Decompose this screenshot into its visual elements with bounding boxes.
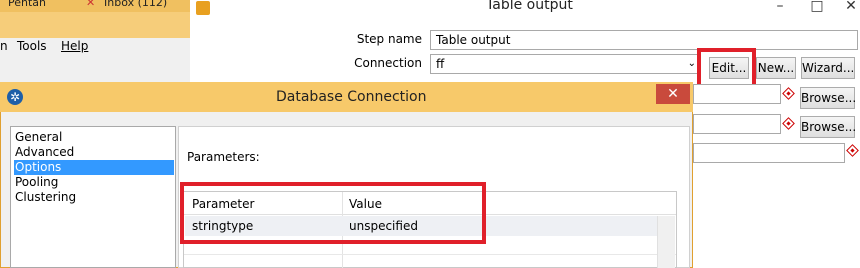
browse-table-button[interactable]: Browse... [800, 116, 856, 138]
background-title-bar [0, 12, 190, 38]
wizard-button[interactable]: Wizard... [801, 57, 855, 79]
browser-tab-inbox[interactable]: Inbox (112) [100, 0, 171, 10]
browse-schema-button[interactable]: Browse... [800, 87, 856, 109]
connection-value: ff [436, 57, 445, 71]
database-connection-title: Database Connection [276, 89, 427, 105]
category-options[interactable]: Options [14, 160, 174, 175]
browser-tab-strip: Pentah ✕ Inbox (112) [0, 0, 190, 12]
new-connection-button[interactable]: New... [756, 57, 796, 79]
target-table-input[interactable] [693, 114, 781, 134]
schema-input[interactable] [693, 84, 781, 104]
close-icon[interactable]: ✕ [656, 84, 690, 104]
table-scrollbar[interactable] [657, 216, 675, 268]
table-output-title: Table output [486, 0, 573, 13]
parameters-label: Parameters: [187, 150, 260, 164]
category-pooling[interactable]: Pooling [14, 175, 174, 190]
step-name-input[interactable]: Table output [430, 30, 858, 50]
background-menu-bar: n Tools Help [0, 38, 190, 56]
connection-label: Connection [354, 56, 422, 70]
browser-tab-pentaho[interactable]: Pentah [4, 0, 50, 10]
dropdown-arrow-icon[interactable]: ⌄ [688, 55, 696, 73]
row-divider [184, 254, 676, 255]
category-advanced[interactable]: Advanced [14, 145, 174, 160]
connection-select[interactable]: ff ⌄ [430, 54, 700, 74]
close-icon[interactable]: ✕ [840, 0, 860, 14]
highlight-box-parameters [180, 182, 486, 244]
commit-size-input[interactable] [693, 143, 845, 163]
highlight-box-edit [697, 48, 756, 88]
menu-item-tools[interactable]: Tools [17, 39, 47, 53]
category-clustering[interactable]: Clustering [14, 190, 174, 205]
maximize-icon[interactable]: □ [806, 0, 828, 14]
category-general[interactable]: General [14, 130, 174, 145]
close-icon[interactable]: ✕ [82, 0, 99, 10]
step-name-label: Step name [356, 32, 422, 46]
spoon-icon: ✲ [7, 89, 23, 105]
menu-item-partial[interactable]: n [0, 39, 8, 53]
connection-category-list: General Advanced Options Pooling Cluster… [10, 126, 176, 268]
menu-item-help[interactable]: Help [61, 39, 88, 53]
pentaho-icon [196, 1, 210, 15]
minimize-icon[interactable]: – [769, 0, 791, 14]
